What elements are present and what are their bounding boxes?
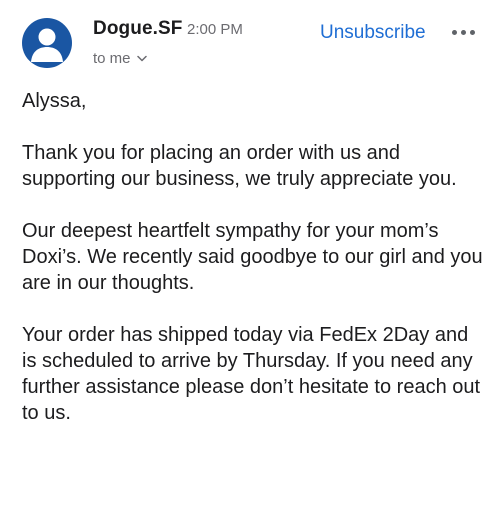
- more-horizontal-icon: [461, 30, 466, 35]
- person-icon: [31, 28, 63, 62]
- greeting: Alyssa,: [22, 90, 87, 112]
- message-paragraph: Your order has shipped today via FedEx 2…: [22, 324, 481, 424]
- more-horizontal-icon: [452, 30, 457, 35]
- more-options-button[interactable]: [452, 26, 476, 40]
- sender-name[interactable]: Dogue.SF: [93, 18, 182, 40]
- more-horizontal-icon: [470, 30, 475, 35]
- email-header: Dogue.SF 2:00 PM Unsubscribe to me: [0, 0, 500, 80]
- email-body: Alyssa, Thank you for placing an order w…: [22, 88, 484, 452]
- unsubscribe-link[interactable]: Unsubscribe: [320, 22, 426, 44]
- sent-time: 2:00 PM: [187, 21, 243, 38]
- message-paragraph: Thank you for placing an order with us a…: [22, 142, 457, 190]
- sender-avatar[interactable]: [22, 18, 72, 68]
- chevron-down-icon: [136, 55, 147, 62]
- message-paragraph: Our deepest heartfelt sympathy for your …: [22, 220, 483, 294]
- recipient-label: to me: [93, 50, 131, 67]
- recipient-details-toggle[interactable]: to me: [93, 50, 147, 67]
